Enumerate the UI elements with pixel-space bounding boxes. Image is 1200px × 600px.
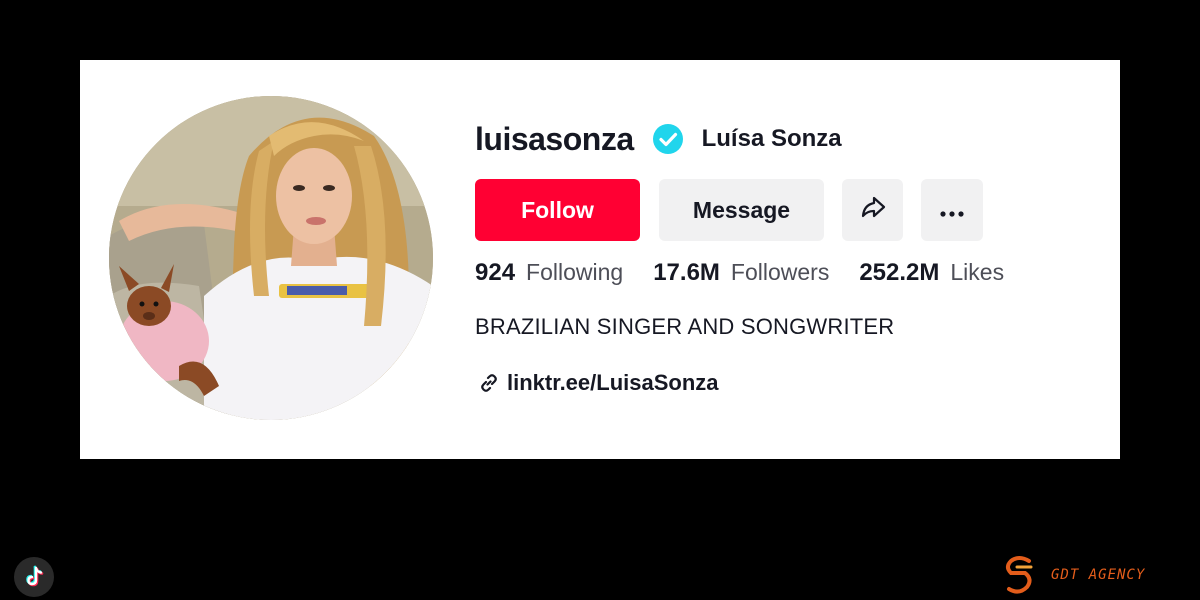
username: luisasonza [475,120,634,157]
share-icon [859,193,887,227]
follow-button[interactable]: Follow [475,179,640,241]
stat-value: 252.2M [859,259,940,286]
follow-button-label: Follow [521,196,594,223]
stat-following[interactable]: 924 Following [475,259,623,287]
tiktok-logo-icon [14,557,54,597]
share-button[interactable] [842,179,903,241]
profile-photo-icon [109,96,433,420]
screenshot-stage: luisasonza Luísa Sonza Follow Message 92… [0,0,1200,600]
profile-stats: 924 Following 17.6M Followers 252.2M Lik… [475,259,1034,295]
more-options-button[interactable] [921,179,983,241]
agency-name: GDT AGENCY [1051,567,1146,583]
stat-likes: 252.2M Likes [859,259,1004,287]
avatar[interactable] [109,96,433,420]
message-button[interactable]: Message [659,179,824,241]
stat-label: Likes [950,259,1005,285]
stat-label: Following [526,259,624,285]
link-text[interactable]: linktr.ee/LuisaSonza [507,370,719,396]
verified-badge-icon [652,123,684,155]
agency-logo-icon [1006,556,1033,594]
more-icon [939,197,965,224]
message-button-label: Message [692,196,791,223]
profile-name-row: luisasonza Luísa Sonza [475,114,842,164]
stat-value: 924 [475,259,516,286]
stat-value: 17.6M [653,259,720,286]
stat-label: Followers [730,259,830,285]
profile-bio: BRAZILIAN SINGER AND SONGWRITER [475,314,895,339]
stat-followers[interactable]: 17.6M Followers [653,259,829,287]
profile-link[interactable]: linktr.ee/LuisaSonza [478,366,719,400]
agency-watermark: GDT AGENCY [1003,555,1145,595]
profile-card: luisasonza Luísa Sonza Follow Message 92… [80,60,1120,459]
link-icon [478,372,500,394]
display-name: Luísa Sonza [701,125,842,152]
